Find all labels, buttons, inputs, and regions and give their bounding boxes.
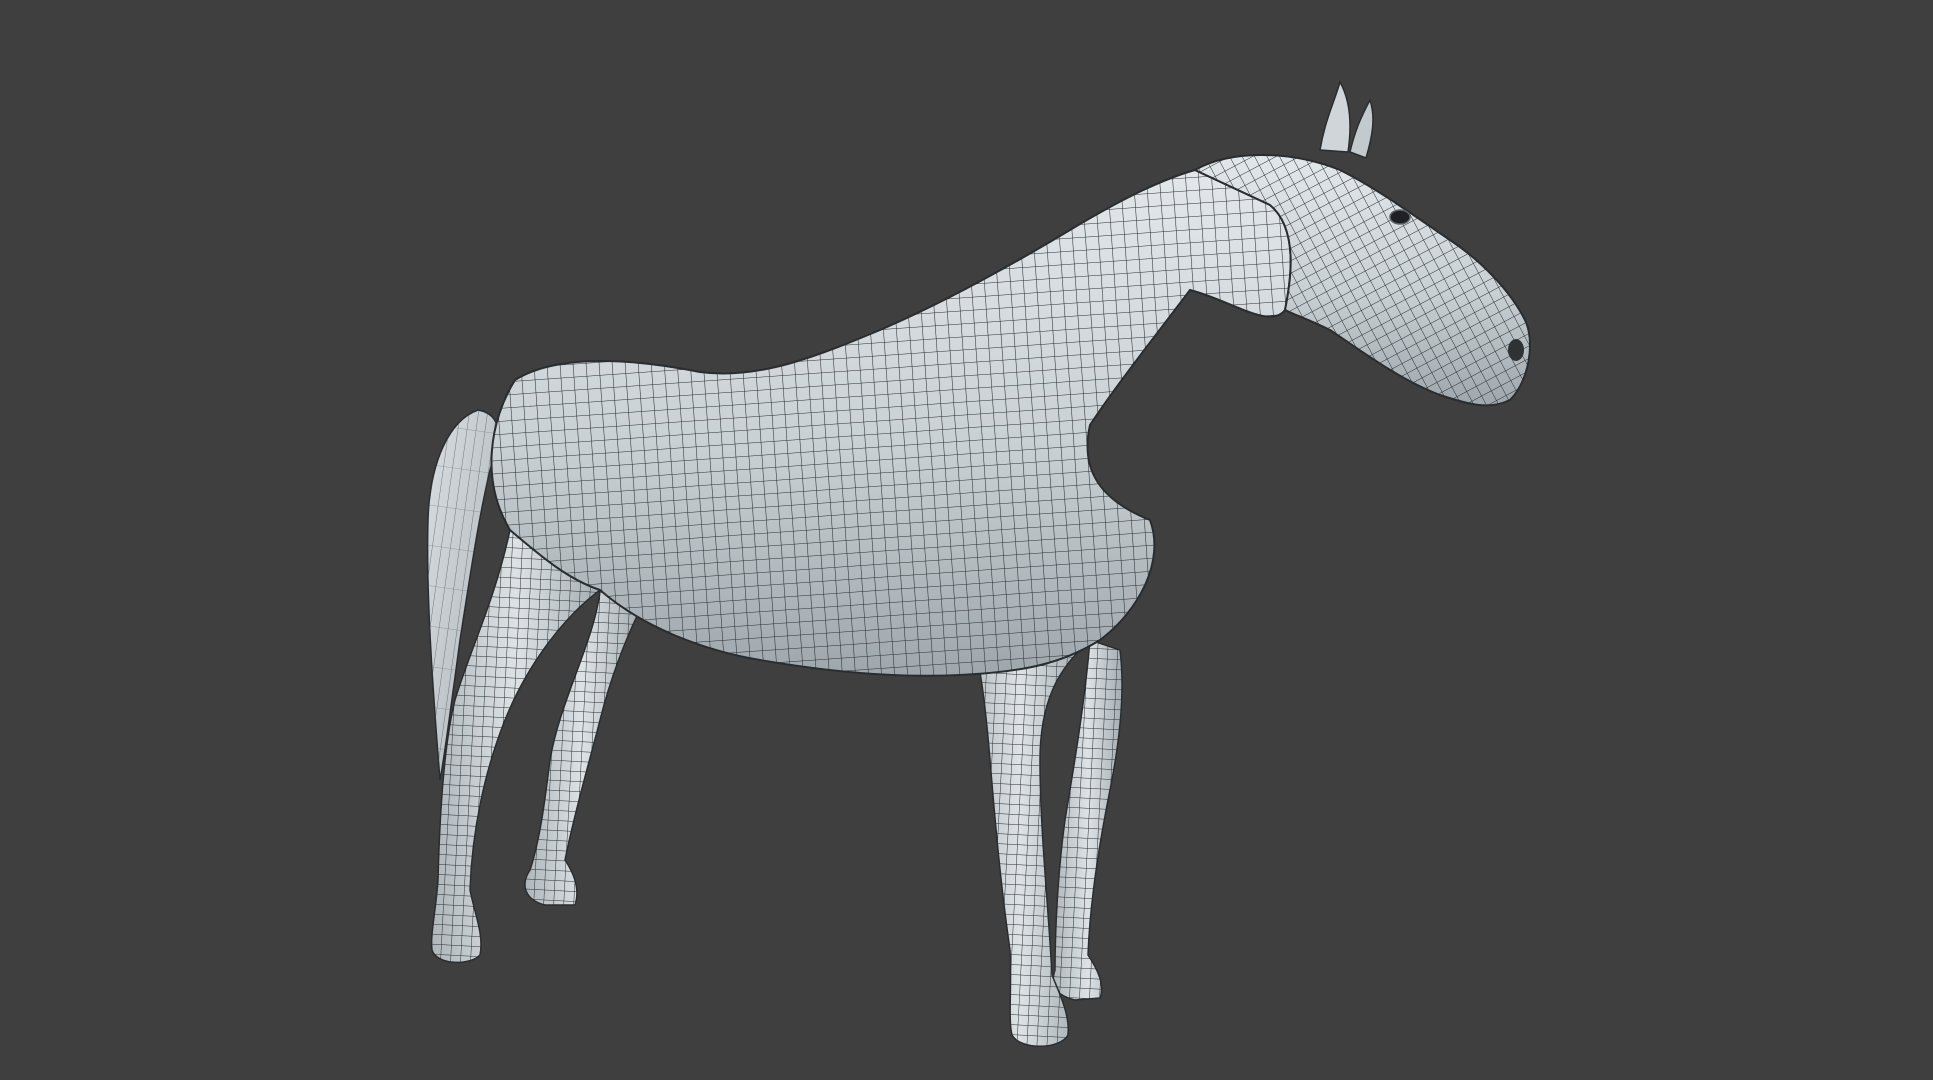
3d-viewport[interactable] xyxy=(0,0,1933,1080)
ear-right xyxy=(1349,98,1374,159)
ear-left xyxy=(1319,80,1351,153)
horse-wireframe-model[interactable] xyxy=(0,0,1933,1080)
front-leg-far xyxy=(1052,638,1123,1001)
nostril xyxy=(1508,339,1524,361)
eye xyxy=(1389,209,1411,225)
